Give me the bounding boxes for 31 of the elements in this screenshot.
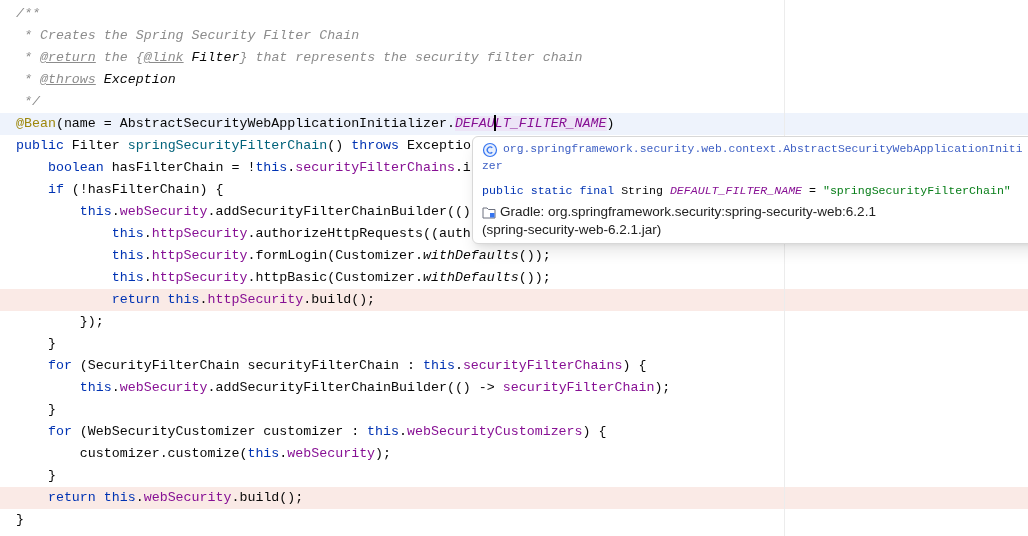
code-line: return this.httpSecurity.build();	[110, 292, 376, 307]
code-line: boolean hasFilterChain = !this.securityFilterChains.i	[46, 160, 471, 175]
library-folder-icon	[482, 205, 496, 219]
code-line: public Filter springSecurityFilterChain() throws Exceptio	[16, 138, 471, 153]
code-line: this.httpSecurity.authorizeHttpRequests((auth	[110, 226, 471, 241]
code-line: for (SecurityFilterChain securityFilterChain : this.securityFilterChains) {	[46, 358, 647, 373]
code-line: }	[46, 402, 56, 417]
code-line: * @return the {@link Filter} that represents the security filter chain	[22, 50, 583, 65]
library-info: Gradle: org.springframework.security:spring-security-web:6.2.1	[500, 203, 876, 221]
code-line: if (!hasFilterChain) {	[46, 182, 224, 197]
library-info: (spring-security-web-6.2.1.jar)	[482, 221, 663, 239]
class-name-link[interactable]: zer	[482, 158, 1028, 174]
declaration: public static final String DEFAULT_FILTER_NAME = "springSecurityFilterChain"	[482, 183, 1012, 199]
code-line: this.webSecurity.addSecurityFilterChainBuilder(() -> securityFilterChain);	[78, 380, 671, 395]
class-name-link[interactable]: org.springframework.security.web.context.AbstractSecurityWebApplicationIniti	[503, 140, 1023, 158]
code-line: /**	[16, 6, 40, 21]
code-line: * @throws Exception	[22, 72, 176, 87]
code-line: */	[22, 94, 40, 109]
code-line: }	[16, 512, 24, 527]
code-line: this.webSecurity.addSecurityFilterChainBuilder(()	[78, 204, 471, 219]
code-line: }	[46, 468, 56, 483]
code-line: @Bean(name = AbstractSecurityWebApplicationInitializer.DEFAULT_FILTER_NAME)	[16, 116, 615, 131]
code-line: }	[46, 336, 56, 351]
code-line: customizer.customize(this.webSecurity);	[78, 446, 392, 461]
code-line: * Creates the Spring Security Filter Chain	[22, 28, 360, 43]
code-line: return this.webSecurity.build();	[46, 490, 304, 505]
code-line: this.httpSecurity.formLogin(Customizer.withDefaults());	[110, 248, 551, 263]
code-line: for (WebSecurityCustomizer customizer : this.webSecurityCustomizers) {	[46, 424, 607, 439]
code-line: });	[78, 314, 104, 329]
class-icon	[482, 142, 498, 158]
code-line: this.httpSecurity.httpBasic(Customizer.withDefaults());	[110, 270, 551, 285]
